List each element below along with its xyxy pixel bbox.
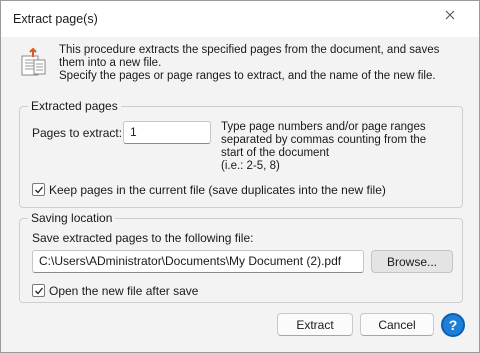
pages-to-extract-label: Pages to extract: [32, 126, 123, 140]
save-file-label: Save extracted pages to the following fi… [32, 231, 254, 245]
checkmark-icon [35, 287, 44, 295]
keep-pages-label[interactable]: Keep pages in the current file (save dup… [49, 183, 386, 197]
document-extract-icon [21, 47, 46, 76]
extract-button[interactable]: Extract [277, 313, 353, 336]
cancel-button[interactable]: Cancel [360, 313, 434, 336]
checkmark-icon [35, 186, 44, 194]
keep-pages-checkbox[interactable] [32, 183, 45, 196]
close-button[interactable] [435, 4, 465, 26]
open-after-save-label[interactable]: Open the new file after save [49, 284, 198, 298]
window-title: Extract page(s) [13, 12, 98, 26]
title-bar: Extract page(s) [1, 1, 479, 37]
intro-text: This procedure extracts the specified pa… [59, 44, 459, 83]
saving-location-group: Saving location Save extracted pages to … [19, 211, 463, 303]
browse-button[interactable]: Browse... [371, 250, 453, 273]
help-icon: ? [448, 317, 458, 333]
dialog-body: This procedure extracts the specified pa… [1, 37, 479, 352]
saving-location-legend: Saving location [28, 211, 116, 225]
intro-line-2: Specify the pages or page ranges to extr… [59, 70, 436, 82]
pages-hint-text: Type page numbers and/or page ranges sep… [221, 121, 427, 159]
pages-to-extract-input[interactable]: 1 [123, 121, 211, 144]
extracted-pages-group: Extracted pages Pages to extract: 1 Type… [19, 99, 463, 208]
help-button[interactable]: ? [441, 313, 465, 337]
close-icon [445, 10, 455, 20]
extracted-pages-legend: Extracted pages [28, 99, 121, 113]
pages-hint-example: (i.e.: 2-5, 8) [221, 160, 280, 172]
extract-pages-dialog: Extract page(s) This procedure extracts … [0, 0, 480, 353]
open-after-save-checkbox[interactable] [32, 284, 45, 297]
pages-hint: Type page numbers and/or page ranges sep… [221, 121, 451, 173]
intro-line-1: This procedure extracts the specified pa… [59, 44, 440, 69]
save-file-input[interactable]: C:\Users\ADministrator\Documents\My Docu… [32, 250, 364, 273]
